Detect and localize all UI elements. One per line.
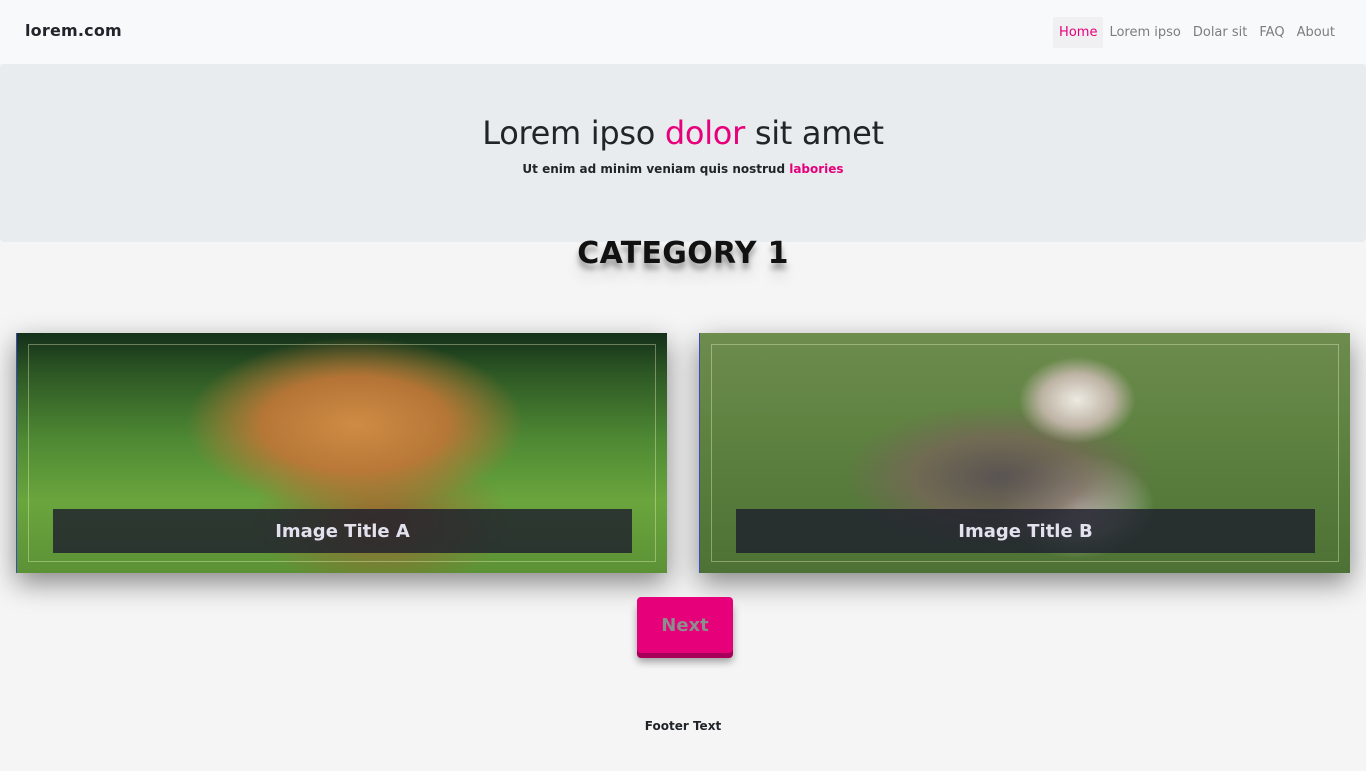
image-title-b: Image Title B [736,509,1315,553]
hero-title-end: sit amet [744,114,884,152]
image-card-b[interactable]: Image Title B [699,333,1350,573]
hero-banner: Lorem ipso dolor sit amet Ut enim ad min… [0,64,1366,242]
next-button[interactable]: Next [637,597,733,653]
hero-subtitle-text: Ut enim ad minim veniam quis nostrud [522,162,790,176]
hero-title-start: Lorem ipso [482,114,665,152]
brand-logo[interactable]: lorem.com [25,21,122,40]
nav-item-home[interactable]: Home [1053,16,1104,48]
nav-item-lorem-ipso[interactable]: Lorem ipso [1103,17,1186,48]
category-heading: CATEGORY 1 [577,236,789,271]
nav-item-about[interactable]: About [1291,17,1341,48]
footer-text: Footer Text [644,719,722,733]
hero-subtitle: Ut enim ad minim veniam quis nostrud lab… [0,162,1366,176]
hero-subtitle-accent: labories [789,162,844,176]
hero-title-accent: dolor [664,114,745,152]
hero-title: Lorem ipso dolor sit amet [0,114,1366,152]
image-title-a: Image Title A [53,509,632,553]
nav-menu: Home Lorem ipso Dolar sit FAQ About [1053,16,1341,48]
nav-item-faq[interactable]: FAQ [1253,17,1290,48]
top-navbar: lorem.com Home Lorem ipso Dolar sit FAQ … [0,0,1366,64]
image-card-a[interactable]: Image Title A [16,333,667,573]
nav-item-dolar-sit[interactable]: Dolar sit [1187,17,1254,48]
